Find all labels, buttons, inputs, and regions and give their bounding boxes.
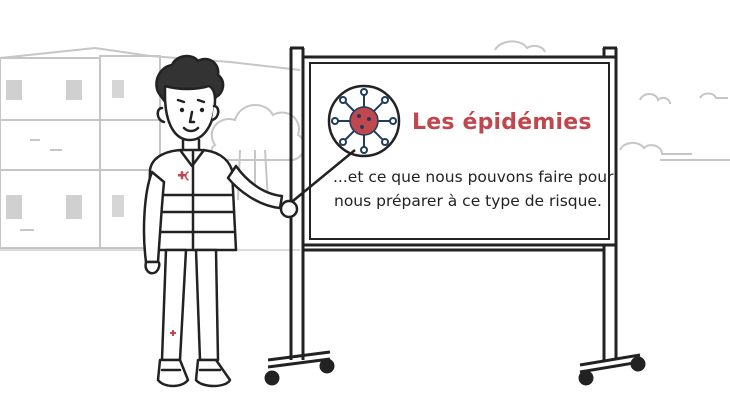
board-subtitle-line-2: nous préparer à ce type de risque. xyxy=(334,192,602,210)
virus-icon xyxy=(327,84,401,158)
video-frame: Les épidémies ...et ce que nous pouvons … xyxy=(0,0,730,409)
board-title: Les épidémies xyxy=(412,110,592,135)
presenter-character xyxy=(142,54,299,388)
board-subtitle-line-1: ...et ce que nous pouvons faire pour xyxy=(333,168,614,186)
whiteboard-stand xyxy=(264,46,646,386)
